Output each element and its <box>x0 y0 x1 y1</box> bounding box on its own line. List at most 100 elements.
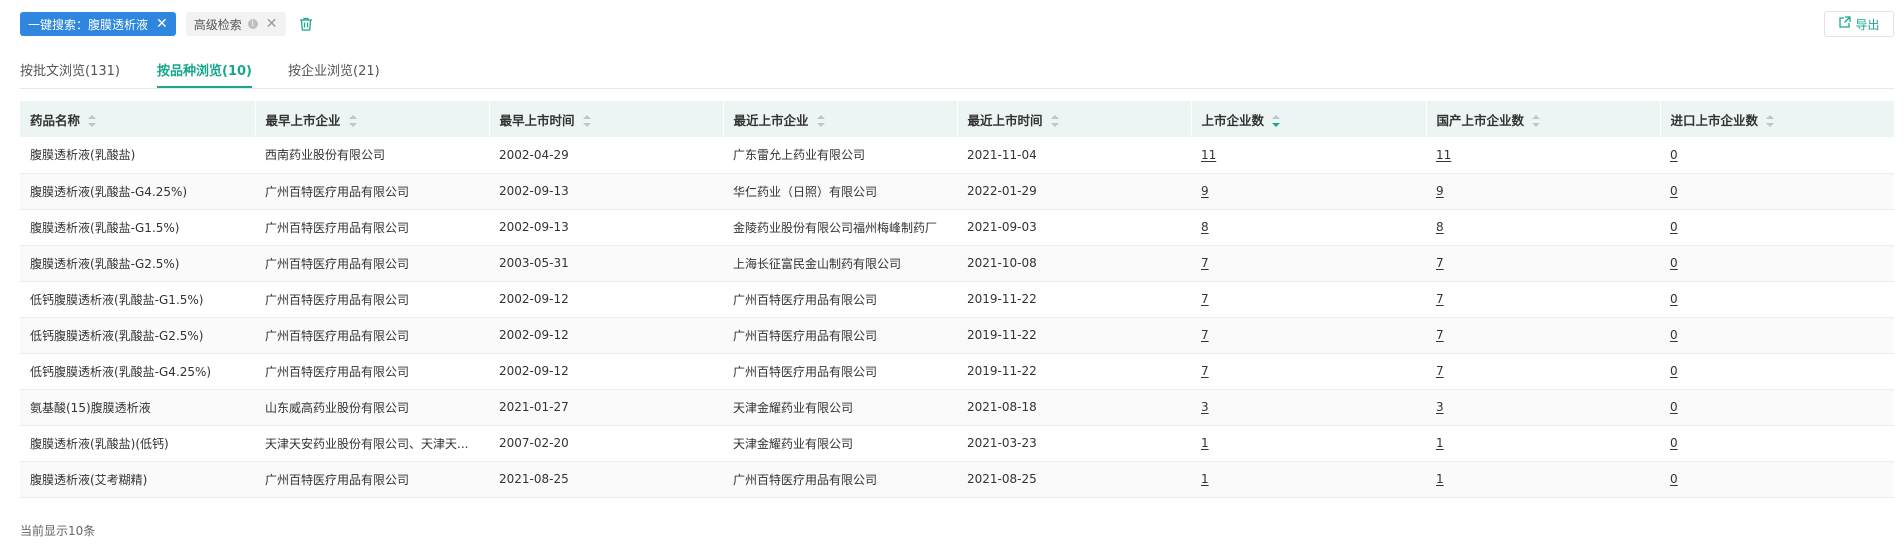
sort-icon[interactable] <box>1766 115 1775 127</box>
count-link[interactable]: 11 <box>1426 137 1660 173</box>
table-row: 低钙腹膜透析液(乳酸盐-G4.25%) 广州百特医疗用品有限公司 2002-09-1… <box>20 353 1894 389</box>
count-link[interactable]: 7 <box>1191 281 1426 317</box>
column-header[interactable]: 最早上市企业 <box>255 101 490 137</box>
count-value[interactable]: 1 <box>1201 472 1209 486</box>
column-header[interactable]: 最近上市企业 <box>723 101 958 137</box>
tab-by-approval[interactable]: 按批文浏览(131) <box>20 60 120 86</box>
table-cell: 天津天安药业股份有限公司、天津天... <box>265 436 469 451</box>
count-value[interactable]: 8 <box>1436 220 1444 234</box>
count-value[interactable]: 9 <box>1436 184 1444 198</box>
count-value[interactable]: 0 <box>1670 472 1678 486</box>
count-value[interactable]: 7 <box>1436 292 1444 306</box>
count-link[interactable]: 7 <box>1191 245 1426 281</box>
table-cell: 山东威高药业股份有限公司 <box>265 400 410 415</box>
column-header[interactable]: 上市企业数 <box>1191 101 1427 137</box>
sort-icon[interactable] <box>88 115 97 127</box>
count-link[interactable]: 0 <box>1660 281 1894 317</box>
table-cell: 广州百特医疗用品有限公司 <box>265 292 410 307</box>
count-link[interactable]: 0 <box>1660 425 1894 461</box>
count-link[interactable]: 0 <box>1660 317 1894 353</box>
column-header[interactable]: 药品名称 <box>20 101 256 137</box>
count-value[interactable]: 0 <box>1670 364 1678 378</box>
table-cell: 2021-03-23 <box>967 436 1037 450</box>
sort-icon[interactable] <box>1532 115 1541 127</box>
count-link[interactable]: 3 <box>1191 389 1426 425</box>
count-value[interactable]: 0 <box>1670 328 1678 342</box>
sort-icon[interactable] <box>1272 115 1281 127</box>
table-cell: 腹膜透析液(艾考糊精) <box>30 472 148 487</box>
count-value[interactable]: 7 <box>1201 292 1209 306</box>
quick-search-chip[interactable]: 一键搜索：腹膜透析液 ✕ <box>20 12 176 36</box>
close-icon[interactable]: ✕ <box>266 17 278 31</box>
table-cell: 广州百特医疗用品有限公司 <box>265 220 410 235</box>
count-value[interactable]: 1 <box>1201 436 1209 450</box>
count-value[interactable]: 3 <box>1201 400 1209 414</box>
count-value[interactable]: 0 <box>1670 292 1678 306</box>
count-value[interactable]: 3 <box>1436 400 1444 414</box>
sort-icon[interactable] <box>582 115 591 127</box>
count-link[interactable]: 1 <box>1191 425 1426 461</box>
tab-by-variety[interactable]: 按品种浏览(10) <box>157 60 252 88</box>
count-value[interactable]: 11 <box>1201 148 1216 162</box>
count-value[interactable]: 7 <box>1201 256 1209 270</box>
table-cell: 广州百特医疗用品有限公司 <box>733 364 878 379</box>
count-value[interactable]: 1 <box>1436 436 1444 450</box>
count-value[interactable]: 7 <box>1436 328 1444 342</box>
count-value[interactable]: 0 <box>1670 148 1678 162</box>
count-value[interactable]: 11 <box>1436 148 1451 162</box>
count-value[interactable]: 0 <box>1670 184 1678 198</box>
count-link[interactable]: 11 <box>1191 137 1426 173</box>
count-value[interactable]: 9 <box>1201 184 1209 198</box>
count-link[interactable]: 0 <box>1660 245 1894 281</box>
sort-icon[interactable] <box>348 115 357 127</box>
count-value[interactable]: 7 <box>1201 364 1209 378</box>
count-link[interactable]: 0 <box>1660 173 1894 209</box>
export-icon <box>1838 16 1852 32</box>
count-link[interactable]: 0 <box>1660 353 1894 389</box>
count-link[interactable]: 3 <box>1426 389 1660 425</box>
count-link[interactable]: 9 <box>1191 173 1426 209</box>
table-row: 腹膜透析液(乳酸盐-G2.5%) 广州百特医疗用品有限公司 2003-05-31 上海… <box>20 245 1894 281</box>
count-value[interactable]: 0 <box>1670 400 1678 414</box>
count-link[interactable]: 7 <box>1426 317 1660 353</box>
table-cell: 腹膜透析液(乳酸盐)(低钙) <box>30 436 169 451</box>
column-header[interactable]: 进口上市企业数 <box>1660 101 1895 137</box>
column-header[interactable]: 国产上市企业数 <box>1426 101 1661 137</box>
count-link[interactable]: 0 <box>1660 461 1894 497</box>
sort-icon[interactable] <box>1050 115 1059 127</box>
count-link[interactable]: 7 <box>1426 245 1660 281</box>
count-value[interactable]: 7 <box>1201 328 1209 342</box>
count-link[interactable]: 7 <box>1426 281 1660 317</box>
record-count: 当前显示10条 <box>20 524 96 538</box>
count-link[interactable]: 8 <box>1426 209 1660 245</box>
sort-icon[interactable] <box>816 115 825 127</box>
export-button[interactable]: 导出 <box>1824 11 1894 37</box>
count-link[interactable]: 7 <box>1191 317 1426 353</box>
close-icon[interactable]: ✕ <box>156 17 168 31</box>
count-link[interactable]: 0 <box>1660 389 1894 425</box>
count-link[interactable]: 1 <box>1426 461 1660 497</box>
count-link[interactable]: 0 <box>1660 137 1894 173</box>
quick-search-label: 一键搜索：腹膜透析液 <box>28 17 149 32</box>
count-link[interactable]: 0 <box>1660 209 1894 245</box>
count-value[interactable]: 0 <box>1670 220 1678 234</box>
count-link[interactable]: 7 <box>1426 353 1660 389</box>
tab-by-company[interactable]: 按企业浏览(21) <box>288 60 380 86</box>
count-link[interactable]: 7 <box>1191 353 1426 389</box>
count-link[interactable]: 8 <box>1191 209 1426 245</box>
table-cell: 2002-09-12 <box>499 364 569 378</box>
count-link[interactable]: 1 <box>1426 425 1660 461</box>
count-value[interactable]: 1 <box>1436 472 1444 486</box>
count-value[interactable]: 8 <box>1201 220 1209 234</box>
count-value[interactable]: 7 <box>1436 256 1444 270</box>
column-header[interactable]: 最近上市时间 <box>957 101 1192 137</box>
advanced-search-chip[interactable]: 高级检索 i ✕ <box>185 12 286 36</box>
column-header[interactable]: 最早上市时间 <box>489 101 724 137</box>
count-link[interactable]: 1 <box>1191 461 1426 497</box>
count-value[interactable]: 0 <box>1670 256 1678 270</box>
trash-icon[interactable] <box>296 14 316 34</box>
count-value[interactable]: 0 <box>1670 436 1678 450</box>
count-link[interactable]: 9 <box>1426 173 1660 209</box>
count-value[interactable]: 7 <box>1436 364 1444 378</box>
table-row: 低钙腹膜透析液(乳酸盐-G2.5%) 广州百特医疗用品有限公司 2002-09-12… <box>20 317 1894 353</box>
